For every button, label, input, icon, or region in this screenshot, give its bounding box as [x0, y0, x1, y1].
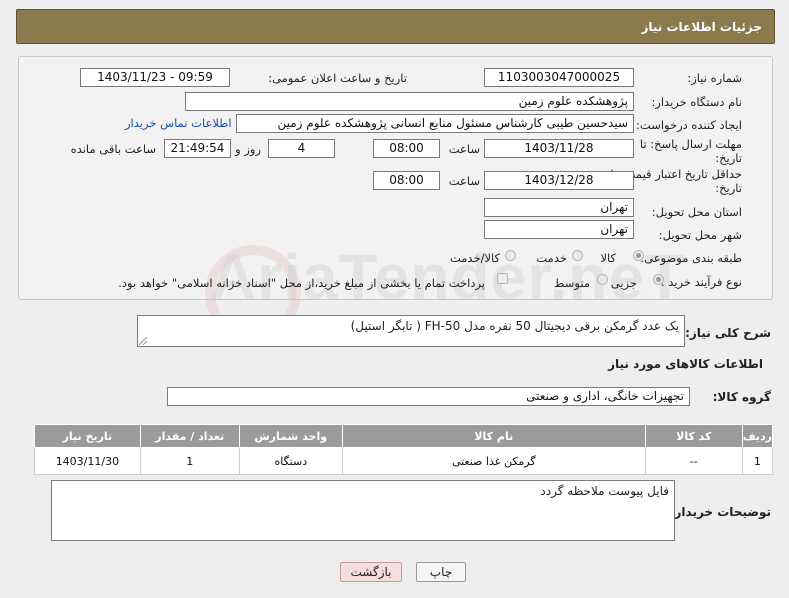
goods-group-label: گروه کالا: — [712, 390, 771, 404]
buyer-org-field: پژوهشکده علوم زمین — [185, 92, 634, 111]
goods-table: ردیف کد کالا نام کالا واحد شمارش تعداد /… — [34, 424, 774, 475]
cell-row-number: 1 — [741, 447, 774, 475]
category-service-radio[interactable] — [572, 250, 583, 261]
page-title: جزئیات اطلاعات نیاز — [641, 20, 762, 34]
deadline-label: مهلت ارسال پاسخ: تا — [639, 137, 742, 151]
deadline-date-field: 1403/11/28 — [484, 139, 634, 158]
buyer-org-label: نام دستگاه خریدار: — [651, 95, 742, 109]
announce-field: 1403/11/23 - 09:59 — [80, 68, 230, 87]
goods-info-title: اطلاعات کالاهای مورد نیاز — [608, 357, 763, 371]
treasury-payment-checkbox[interactable] — [497, 273, 508, 284]
cell-goods-code: -- — [644, 447, 743, 475]
buyer-notes-label: توضیحات خریدار: — [669, 505, 771, 519]
col-need-date: تاریخ نیاز — [34, 424, 141, 448]
price-validity-date-field: 1403/12/28 — [484, 171, 634, 190]
col-quantity: تعداد / مقدار — [139, 424, 240, 448]
days-remaining-field: 4 — [268, 139, 335, 158]
city-field: تهران — [484, 220, 634, 239]
print-button[interactable]: چاپ — [416, 562, 466, 582]
days-label: روز و — [235, 142, 261, 156]
requester-label: ایجاد کننده درخواست: — [636, 118, 742, 132]
purchase-medium-radio[interactable] — [597, 274, 608, 285]
price-validity-label-date: تاریخ: — [715, 181, 742, 195]
description-field: یک عدد گرمکن برقی دیجیتال 50 نفره مدل FH… — [137, 315, 685, 347]
buyer-notes-text: فایل پیوست ملاحظه گردد — [540, 484, 669, 498]
goods-group-field: تجهیزات خانگی، اداری و صنعتی — [167, 387, 690, 406]
back-button[interactable]: بازگشت — [340, 562, 402, 582]
cell-quantity: 1 — [139, 447, 240, 475]
page-header: جزئیات اطلاعات نیاز — [16, 9, 775, 44]
deadline-time-field: 08:00 — [373, 139, 440, 158]
description-text: یک عدد گرمکن برقی دیجیتال 50 نفره مدل FH… — [350, 319, 679, 333]
deadline-time-label: ساعت — [448, 142, 480, 156]
table-row: 1 -- گرمکن غذا صنعتی دستگاه 1 1403/11/30 — [34, 447, 774, 475]
price-validity-time-field: 08:00 — [373, 171, 440, 190]
purchase-type-label: نوع فرآیند خرید : — [660, 275, 742, 289]
category-goods-service-radio[interactable] — [505, 250, 516, 261]
announce-label: تاریخ و ساعت اعلان عمومی: — [268, 71, 407, 85]
category-goods-radio[interactable] — [633, 250, 644, 261]
deadline-label-date: تاریخ: — [715, 151, 742, 165]
col-unit: واحد شمارش — [238, 424, 343, 448]
cell-need-date: 1403/11/30 — [34, 447, 141, 475]
category-goods-label: کالا — [600, 251, 616, 265]
need-number-field: 1103003047000025 — [484, 68, 634, 87]
resize-grip-icon[interactable] — [139, 337, 147, 345]
cell-unit: دستگاه — [238, 447, 343, 475]
requester-field: سیدحسین طیبی کارشناس مسئول منابع انسانی … — [236, 114, 634, 133]
province-label: استان محل تحویل: — [651, 205, 742, 219]
category-label: طبقه بندی موضوعی: — [640, 251, 742, 265]
remaining-time-field: 21:49:54 — [164, 139, 231, 158]
price-validity-time-label: ساعت — [448, 174, 480, 188]
col-goods-code: کد کالا — [644, 424, 743, 448]
goods-table-header: ردیف کد کالا نام کالا واحد شمارش تعداد /… — [34, 424, 774, 448]
cell-goods-name: گرمکن غذا صنعتی — [341, 447, 646, 475]
description-label: شرح کلی نیاز: — [685, 326, 771, 340]
need-number-label: شماره نیاز: — [687, 71, 742, 85]
treasury-payment-note: پرداخت تمام یا بخشی از مبلغ خرید،از محل … — [118, 276, 485, 290]
city-label: شهر محل تحویل: — [658, 228, 742, 242]
buyer-notes-field: فایل پیوست ملاحظه گردد — [51, 480, 675, 541]
purchase-medium-label: متوسط — [553, 276, 590, 290]
col-goods-name: نام کالا — [341, 424, 646, 448]
category-service-label: خدمت — [536, 251, 567, 265]
remaining-time-label: ساعت باقی مانده — [70, 142, 156, 156]
province-field: تهران — [484, 198, 634, 217]
category-goods-service-label: کالا/خدمت — [449, 251, 500, 265]
purchase-minor-label: جزیی — [610, 276, 637, 290]
purchase-minor-radio[interactable] — [653, 274, 664, 285]
col-row-number: ردیف — [741, 424, 774, 448]
buyer-contact-link[interactable]: اطلاعات تماس خریدار — [125, 116, 232, 130]
